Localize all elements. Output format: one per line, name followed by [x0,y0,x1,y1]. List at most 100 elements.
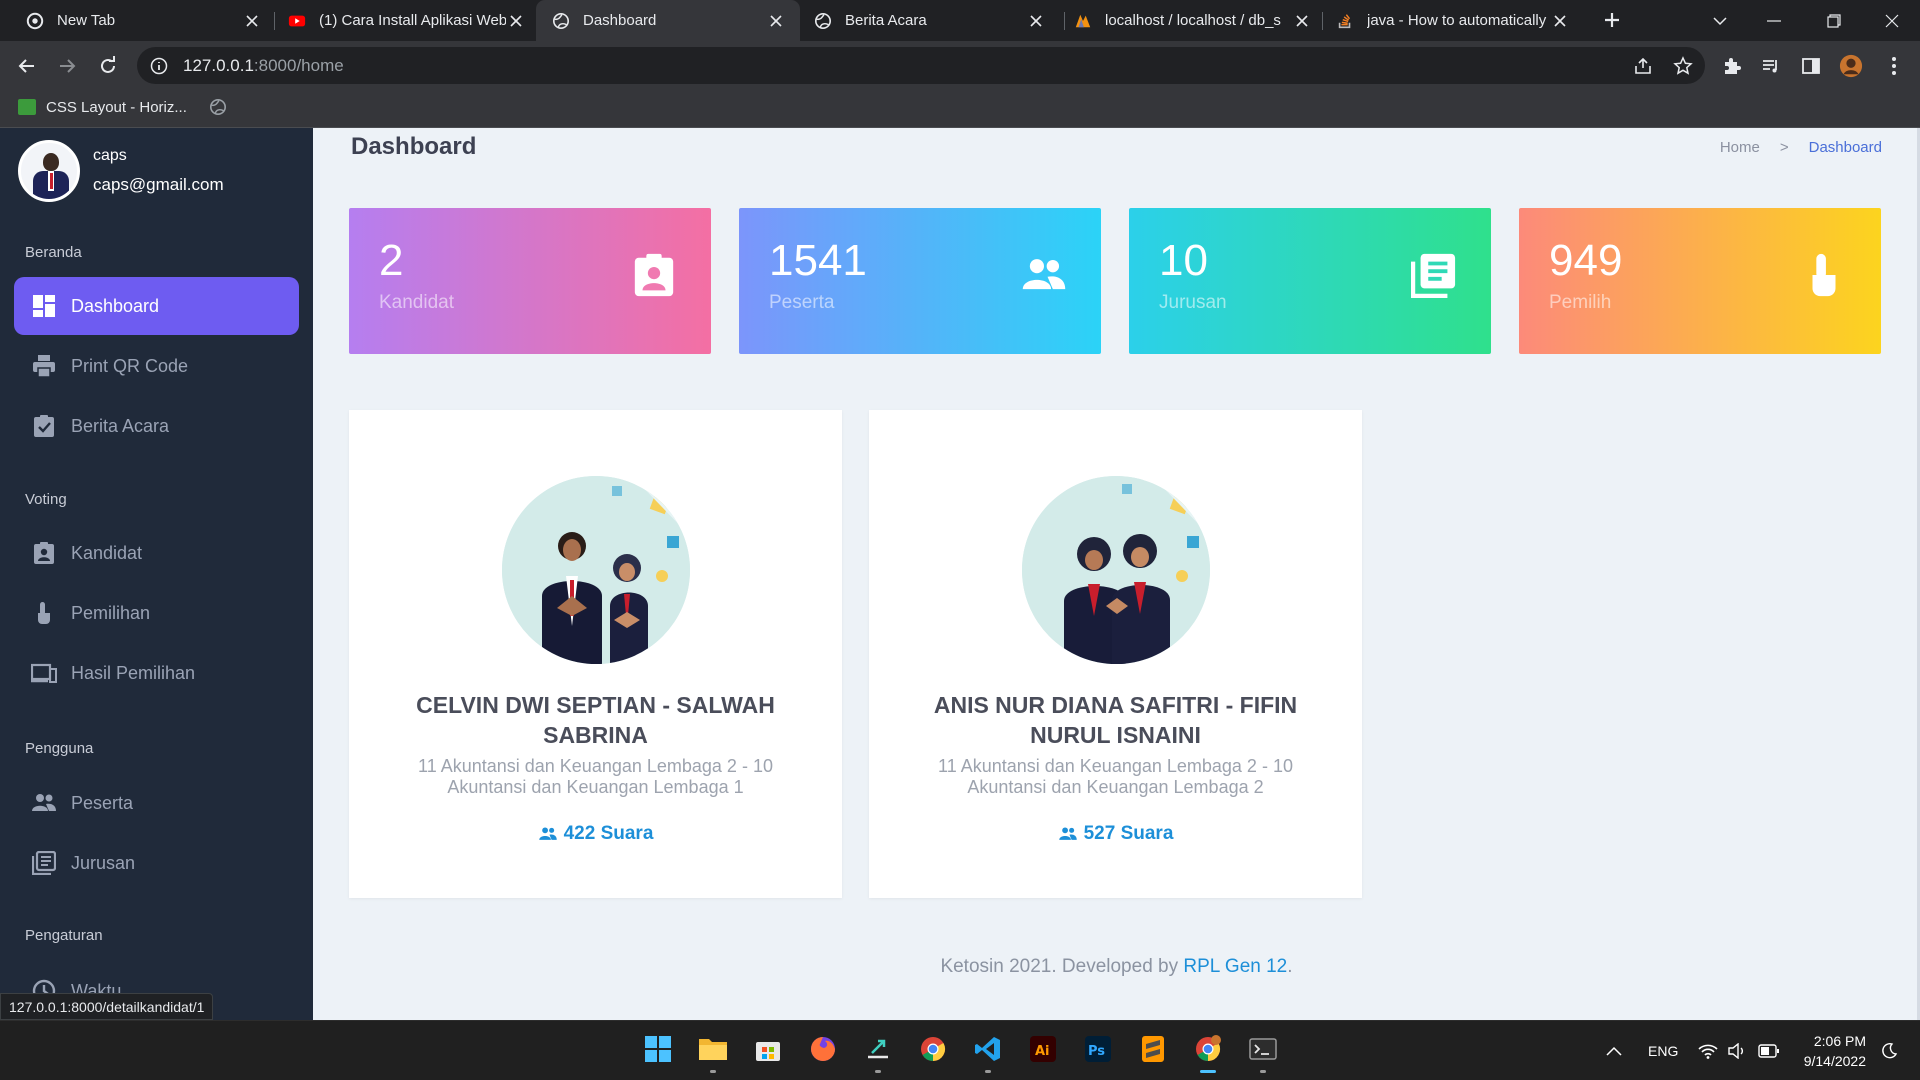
clipboard-check-icon [31,413,57,439]
printer-icon [31,353,57,379]
windows-start-icon[interactable] [642,1033,674,1065]
candidate-votes: 527 Suara [869,823,1362,845]
sublime-text-icon[interactable] [1137,1033,1169,1065]
youtube-icon [288,15,306,26]
sidebar-item-print-qr-code[interactable]: Print QR Code [14,337,299,395]
extensions-button[interactable] [1720,54,1744,78]
globe-icon[interactable] [209,98,227,116]
users-icon [1022,259,1066,290]
candidate-card[interactable]: CELVIN DWI SEPTIAN - SALWAH SABRINA 11 A… [349,410,842,898]
tab-dashboard[interactable]: Dashboard [536,0,800,41]
file-explorer-icon[interactable] [697,1033,729,1073]
chrome-menu-button[interactable] [1882,54,1906,78]
new-tab-button[interactable] [1600,8,1624,32]
illustrator-icon[interactable]: Ai [1027,1033,1059,1065]
sidebar-item-dashboard[interactable]: Dashboard [14,277,299,335]
tab-close-icon[interactable] [506,11,526,31]
terminal-icon[interactable] [1247,1033,1279,1073]
tab-title: java - How to automatically [1367,12,1547,29]
profile-avatar-icon [1839,54,1863,78]
stat-card-kandidat[interactable]: 2 Kandidat [349,208,711,354]
sidebar-item-jurusan[interactable]: Jurusan [14,834,299,892]
sidebar-item-label: Print QR Code [71,355,189,376]
share-button[interactable] [1631,54,1655,78]
tab-close-icon[interactable] [766,11,786,31]
sidebar-item-label: Dashboard [71,295,160,316]
photoshop-icon[interactable]: Ps [1082,1033,1114,1065]
tab-phpmyadmin[interactable]: localhost / localhost / db_s [1070,0,1320,41]
bookmark-css-layout[interactable]: CSS Layout - Horiz... [18,98,227,116]
chrome-profile-icon[interactable] [1192,1033,1224,1073]
battery-icon[interactable] [1758,1021,1780,1080]
stat-card-jurusan[interactable]: 10 Jurusan [1129,208,1491,354]
forward-button[interactable] [54,53,80,79]
reload-button[interactable] [95,53,121,79]
tab-youtube[interactable]: (1) Cara Install Aplikasi Web [280,0,536,41]
id-badge-icon [31,540,57,566]
minimize-button[interactable] [1750,0,1798,41]
tray-overflow-button[interactable] [1606,1021,1622,1080]
vote-count: 527 Suara [1083,823,1174,844]
address-bar[interactable]: 127.0.0.1:8000/home [137,47,1705,84]
profile-avatar-button[interactable] [1839,54,1863,78]
breadcrumb-home[interactable]: Home [1720,139,1760,156]
bookmark-star-button[interactable] [1671,54,1695,78]
bookmark-label: CSS Layout - Horiz... [46,98,187,116]
chrome-icon [26,12,44,29]
tab-stackoverflow[interactable]: java - How to automatically [1328,0,1580,41]
sidebar-item-label: Hasil Pemilihan [71,662,196,683]
restore-button[interactable] [1810,0,1858,41]
stat-card-peserta[interactable]: 1541 Peserta [739,208,1101,354]
page-footer: Ketosin 2021. Developed by RPL Gen 12. [313,956,1920,978]
footer-developer-link[interactable]: RPL Gen 12 [1183,956,1287,977]
link-status-bubble: 127.0.0.1:8000/detailkandidat/1 [0,993,214,1020]
star-icon [1673,56,1693,75]
sidebar-item-hasil-pemilihan[interactable]: Hasil Pemilihan [14,644,299,702]
user-profile[interactable]: caps caps@gmail.com [18,140,224,202]
media-control-button[interactable] [1759,54,1783,78]
stat-card-pemilih[interactable]: 949 Pemilih [1519,208,1881,354]
candidate-card[interactable]: ANIS NUR DIANA SAFITRI - FIFIN NURUL ISN… [869,410,1362,898]
sidebar-item-kandidat[interactable]: Kandidat [14,524,299,582]
tab-close-icon[interactable] [242,11,262,31]
tab-separator [274,12,275,30]
playlist-icon [1763,60,1777,73]
language-indicator[interactable]: ENG [1648,1021,1678,1080]
tab-search-button[interactable] [1696,0,1744,41]
tab-title: New Tab [57,12,116,29]
tab-close-icon[interactable] [1026,11,1046,31]
users-icon [1058,827,1077,840]
phpmyadmin-icon [1075,14,1091,27]
users-icon [31,790,57,816]
back-button[interactable] [14,53,40,79]
sidebar-item-peserta[interactable]: Peserta [14,774,299,832]
vscode-icon[interactable] [972,1033,1004,1073]
arrow-right-icon [60,59,76,73]
tab-close-icon[interactable] [1292,11,1312,31]
close-window-button[interactable] [1868,0,1916,41]
volume-icon[interactable] [1728,1021,1746,1080]
share-icon [1635,57,1651,74]
section-heading-pengguna: Pengguna [25,740,94,757]
sidebar-item-pemilihan[interactable]: Pemilihan [14,584,299,642]
microsoft-store-icon[interactable] [752,1033,784,1065]
tab-new-tab[interactable]: New Tab [10,0,268,41]
firefox-icon[interactable] [807,1033,839,1065]
side-panel-button[interactable] [1799,54,1823,78]
chrome-icon[interactable] [917,1033,949,1065]
info-icon[interactable] [150,57,168,75]
sidebar-item-berita-acara[interactable]: Berita Acara [14,397,299,455]
stat-label: Kandidat [379,292,455,313]
tab-berita-acara[interactable]: Berita Acara [800,0,1062,41]
kebab-menu-icon [1892,57,1896,75]
teamviewer-icon[interactable] [862,1033,894,1073]
candidate-classes: 11 Akuntansi dan Keuangan Lembaga 2 - 10… [938,756,1293,797]
w3schools-icon [18,99,36,115]
url-path: :8000/home [253,55,344,75]
system-clock[interactable]: 2:06 PM 9/14/2022 [1804,1031,1866,1071]
tab-close-icon[interactable] [1550,11,1570,31]
stat-label: Jurusan [1159,292,1227,313]
user-email: caps@gmail.com [93,175,224,194]
wifi-icon[interactable] [1698,1021,1718,1080]
focus-assist-icon[interactable] [1880,1021,1898,1080]
